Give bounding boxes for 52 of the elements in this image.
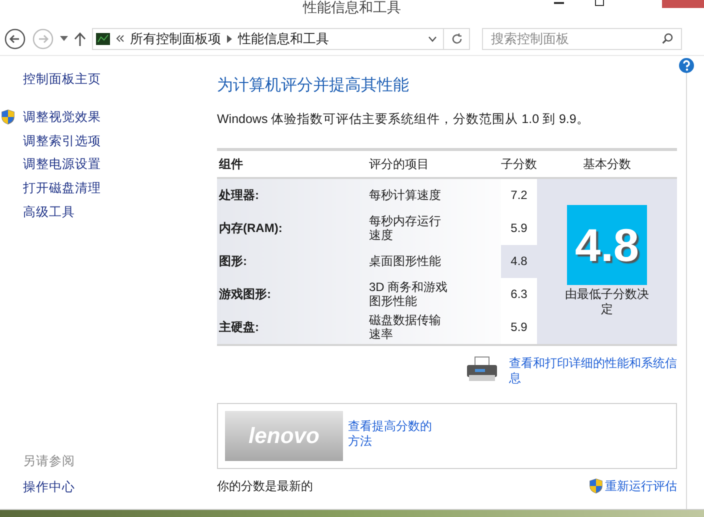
print-details-link[interactable]: 查看和打印详细的性能和系统信息 (509, 356, 677, 386)
breadcrumb-item[interactable]: 性能信息和工具 (238, 28, 329, 48)
component-cell-text: 内存(RAM): (218, 220, 284, 238)
sidebar-link[interactable]: 操作中心 (23, 478, 208, 497)
rated-item-cell-text: 每秒内存运行速度 (369, 213, 442, 244)
printer-icon[interactable] (465, 356, 499, 382)
column-header: 评分的项目 (368, 156, 430, 173)
refresh-icon (450, 32, 462, 44)
rated-item-cell-text: 3D 商务和游戏图形性能 (369, 279, 449, 310)
back-icon[interactable] (4, 28, 26, 50)
component-cell-text: 处理器: (218, 187, 260, 204)
control-panel-icon (96, 32, 110, 44)
rated-item-cell-text: 每秒计算速度 (369, 187, 442, 204)
window-title: 性能信息和工具 (303, 0, 401, 14)
base-score: 4.8 (575, 222, 639, 268)
search-field[interactable]: 搜索控制面板 (482, 28, 682, 50)
intro-text: Windows 体验指数可评估主要系统组件，分数范围从 1.0 到 9.9。 (217, 111, 590, 128)
status-text: 你的分数是最新的 (217, 478, 314, 495)
sidebar-link[interactable]: 打开磁盘清理 (23, 179, 101, 198)
help-icon[interactable] (679, 58, 694, 73)
sidebar-link[interactable]: 调整电源设置 (23, 155, 101, 174)
base-score-note: 由最低子分数决定 (564, 287, 650, 318)
up-arrow-icon[interactable] (74, 32, 86, 46)
breadcrumb-item[interactable]: 所有控制面板项 (130, 28, 221, 48)
rerun-link[interactable]: 重新运行评估 (605, 476, 677, 495)
search-placeholder: 搜索控制面板 (491, 30, 570, 48)
shield-icon (1, 109, 15, 126)
improve-score-link[interactable]: 查看提高分数的方法 (348, 418, 438, 449)
logo-text: lenovo (248, 422, 320, 450)
page-heading: 为计算机评分并提高其性能 (217, 76, 410, 96)
component-cell-text: 图形: (218, 253, 248, 270)
maximize-icon[interactable] (595, 0, 604, 6)
column-header: 基本分数 (582, 156, 632, 173)
dropdown-icon[interactable] (60, 36, 68, 41)
search-icon (662, 33, 673, 44)
subscore-cell: 4.8 (501, 244, 537, 278)
column-header: 子分数 (501, 156, 537, 173)
address-bar[interactable]: 所有控制面板项 性能信息和工具 (92, 28, 470, 50)
sidebar-link[interactable]: 高级工具 (23, 202, 75, 222)
column-header: 组件 (218, 156, 244, 173)
sidebar-link[interactable]: 调整视觉效果 (23, 108, 101, 126)
sidebar-link[interactable]: 控制面板主页 (23, 70, 208, 89)
separator-arrow-icon (227, 34, 232, 42)
shield-icon (589, 478, 603, 494)
see-also-heading: 另请参阅 (23, 452, 76, 470)
sidebar-link[interactable]: 调整索引选项 (23, 132, 101, 150)
component-cell-text: 主硬盘: (218, 319, 260, 336)
rated-item-cell-text: 磁盘数据传输速率 (369, 312, 442, 344)
chevron-down-icon[interactable] (428, 36, 437, 42)
rated-item-cell-text: 桌面图形性能 (369, 253, 442, 270)
double-chevron-icon (116, 35, 124, 42)
component-cell-text: 游戏图形: (218, 286, 272, 304)
